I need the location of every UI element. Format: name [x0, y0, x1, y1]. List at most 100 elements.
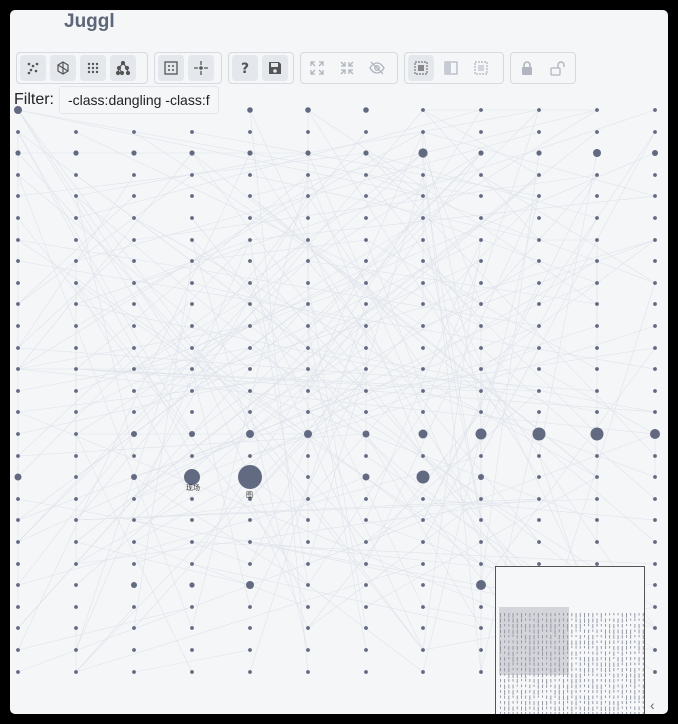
lock-button[interactable]: [514, 55, 540, 81]
graph-node[interactable]: [479, 130, 483, 134]
graph-node[interactable]: [479, 173, 483, 177]
graph-node[interactable]: [14, 473, 22, 481]
graph-node[interactable]: [595, 259, 599, 263]
graph-node[interactable]: [16, 302, 20, 306]
graph-node[interactable]: [132, 410, 136, 414]
graph-node[interactable]: [306, 670, 310, 674]
graph-node[interactable]: [74, 454, 78, 458]
graph-node[interactable]: [189, 431, 195, 437]
graph-node[interactable]: [74, 540, 78, 544]
graph-node[interactable]: [306, 562, 310, 566]
graph-node[interactable]: [418, 148, 428, 158]
graph-node[interactable]: [537, 281, 541, 285]
graph-node[interactable]: [537, 518, 541, 522]
graph-node[interactable]: [590, 427, 604, 441]
graph-node[interactable]: [595, 281, 599, 285]
graph-node[interactable]: [190, 259, 194, 263]
graph-node[interactable]: [16, 626, 20, 630]
graph-node[interactable]: [421, 259, 425, 263]
graph-node[interactable]: [653, 324, 657, 328]
graph-node[interactable]: [16, 367, 20, 371]
graph-node[interactable]: [653, 389, 657, 393]
graph-node[interactable]: [364, 194, 368, 198]
collapse-button[interactable]: [334, 55, 360, 81]
graph-node[interactable]: [132, 626, 136, 630]
graph-node[interactable]: [132, 194, 136, 198]
graph-node[interactable]: [248, 216, 252, 220]
graph-node[interactable]: [190, 518, 194, 522]
graph-node[interactable]: [74, 216, 78, 220]
unlock-button[interactable]: [544, 55, 570, 81]
graph-node[interactable]: [595, 194, 599, 198]
graph-node[interactable]: [421, 346, 425, 350]
graph-node[interactable]: [537, 346, 541, 350]
graph-node[interactable]: [475, 428, 487, 440]
graph-node[interactable]: [16, 432, 20, 436]
graph-node[interactable]: [306, 346, 310, 350]
graph-node[interactable]: [131, 582, 137, 588]
graph-node[interactable]: [131, 150, 137, 156]
graph-node[interactable]: [246, 581, 254, 589]
graph-node[interactable]: [16, 238, 20, 242]
graph-node[interactable]: [16, 562, 20, 566]
graph-node[interactable]: [16, 670, 20, 674]
graph-node[interactable]: [306, 626, 310, 630]
graph-node[interactable]: [74, 238, 78, 242]
graph-node[interactable]: [595, 410, 599, 414]
graph-node[interactable]: [248, 518, 252, 522]
graph-node[interactable]: [248, 367, 252, 371]
graph-node[interactable]: [74, 173, 78, 177]
graph-node[interactable]: [595, 324, 599, 328]
graph-node[interactable]: [132, 454, 136, 458]
graph-node[interactable]: [131, 474, 137, 480]
graph-node[interactable]: [74, 626, 78, 630]
graph-node[interactable]: [238, 465, 262, 489]
graph-node[interactable]: [421, 173, 425, 177]
graph-node[interactable]: [653, 626, 657, 630]
graph-node[interactable]: [362, 473, 370, 481]
graph-node[interactable]: [190, 670, 194, 674]
graph-node[interactable]: [132, 238, 136, 242]
graph-node[interactable]: [537, 302, 541, 306]
help-button[interactable]: ?: [232, 55, 258, 81]
graph-node[interactable]: [653, 194, 657, 198]
graph-node[interactable]: [479, 605, 483, 609]
graph-node[interactable]: [131, 431, 137, 437]
graph-node[interactable]: [74, 518, 78, 522]
graph-node[interactable]: [537, 108, 541, 112]
graph-node[interactable]: [595, 238, 599, 242]
graph-node[interactable]: [16, 497, 20, 501]
graph-node[interactable]: [537, 389, 541, 393]
graph-node[interactable]: [190, 238, 194, 242]
graph-node[interactable]: [364, 583, 368, 587]
graph-node[interactable]: [479, 324, 483, 328]
graph-node[interactable]: [16, 410, 20, 414]
graph-node[interactable]: [74, 605, 78, 609]
layout-cola-button[interactable]: [50, 55, 76, 81]
graph-node[interactable]: [306, 216, 310, 220]
graph-node[interactable]: [16, 281, 20, 285]
graph-node[interactable]: [653, 562, 657, 566]
graph-node[interactable]: [421, 216, 425, 220]
graph-node[interactable]: [653, 108, 657, 112]
graph-node[interactable]: [364, 302, 368, 306]
graph-node[interactable]: [306, 454, 310, 458]
graph-node[interactable]: [16, 605, 20, 609]
graph-node[interactable]: [421, 540, 425, 544]
graph-node[interactable]: [74, 259, 78, 263]
graph-node[interactable]: [184, 469, 200, 485]
layout-dagre-button[interactable]: [110, 55, 136, 81]
graph-node[interactable]: [364, 216, 368, 220]
graph-node[interactable]: [532, 427, 546, 441]
graph-node[interactable]: [364, 259, 368, 263]
graph-node[interactable]: [653, 238, 657, 242]
graph-node[interactable]: [364, 173, 368, 177]
graph-node[interactable]: [537, 410, 541, 414]
graph-node[interactable]: [190, 367, 194, 371]
graph-node[interactable]: [537, 454, 541, 458]
graph-node[interactable]: [132, 497, 136, 501]
graph-node[interactable]: [16, 194, 20, 198]
graph-node[interactable]: [246, 430, 254, 438]
graph-node[interactable]: [479, 540, 483, 544]
graph-node[interactable]: [16, 216, 20, 220]
